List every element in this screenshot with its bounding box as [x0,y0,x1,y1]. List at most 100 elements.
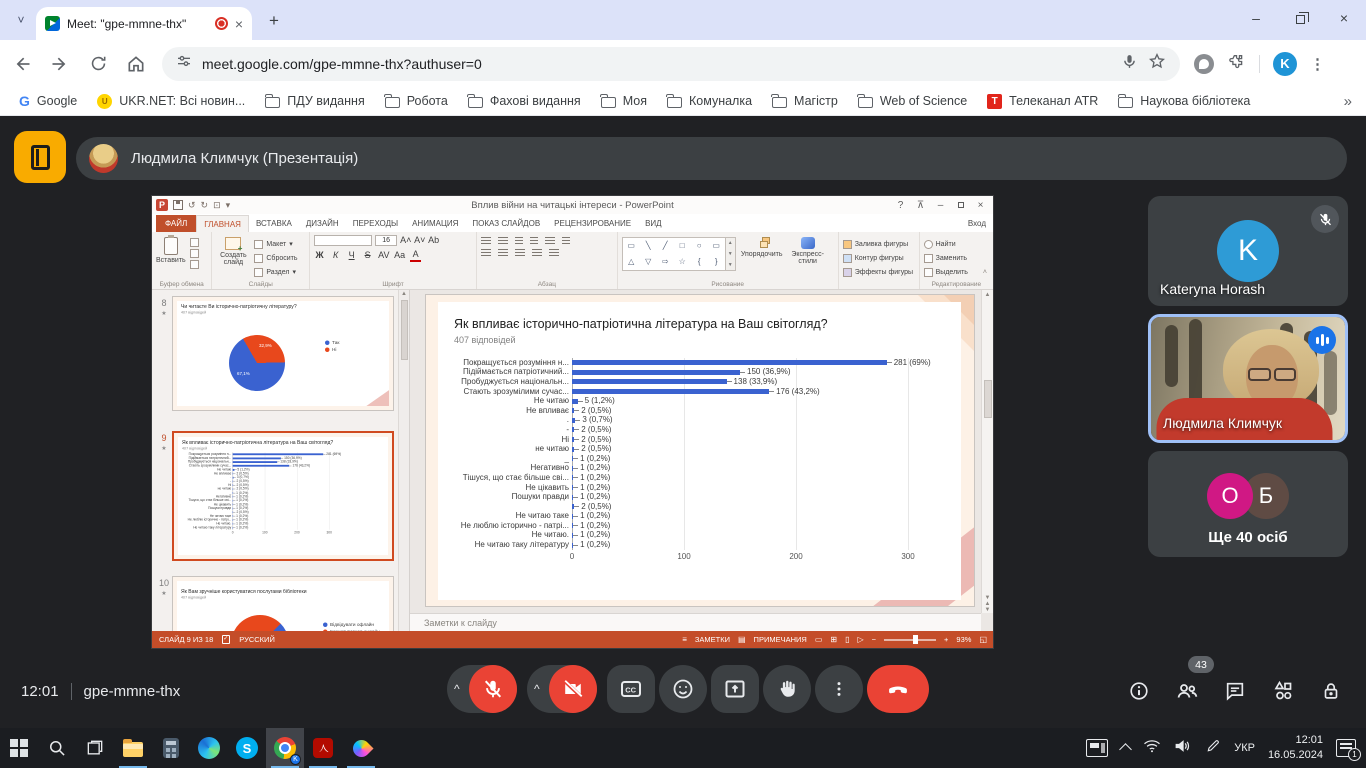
bookmark-star-icon[interactable] [1148,52,1166,75]
tray-expand-chevron-icon[interactable] [1119,743,1132,756]
meeting-details-button[interactable] [1126,678,1152,704]
reading-view-icon[interactable]: ▯ [845,636,849,644]
news-widget-icon[interactable] [1086,739,1108,757]
slide-10-thumbnail[interactable]: Як Вам зручніше користуватися послугами … [172,576,394,631]
url-text[interactable]: meet.google.com/gpe-mmne-thx?authuser=0 [202,56,482,72]
slideshow-view-icon[interactable]: ▷ [857,636,863,644]
meet-home-button[interactable] [14,131,66,183]
chat-button[interactable] [1222,678,1248,704]
undo-icon[interactable]: ↺ [188,201,196,210]
url-bar[interactable]: meet.google.com/gpe-mmne-thx?authuser=0 [162,47,1180,81]
paste-button[interactable]: Вставить [156,235,186,264]
new-tab-button[interactable]: + [262,9,286,33]
taskbar-skype[interactable]: S [228,728,266,768]
bookmark-item[interactable]: Комуналка [658,89,761,113]
change-case-icon[interactable]: Aa [394,250,405,261]
window-close-button[interactable]: × [1322,0,1366,36]
end-call-button[interactable] [867,665,929,713]
normal-view-icon[interactable]: ▭ [815,636,823,644]
ribbon-tab[interactable]: ПЕРЕХОДЫ [346,215,405,232]
redo-icon[interactable]: ↻ [201,201,209,210]
zoom-level[interactable]: 93% [956,635,971,644]
qat-customize-icon[interactable]: ▾ [226,201,231,210]
participant-tile-liudmyla-speaking[interactable]: Людмила Климчук [1148,314,1348,443]
ribbon-collapse-icon[interactable]: ˄ [983,269,987,276]
home-icon[interactable] [120,48,152,80]
raise-hand-button[interactable] [763,665,811,713]
taskbar-acrobat[interactable] [304,728,342,768]
shapes-gallery[interactable]: ▭╲╱□○▭ △▽⇨☆{} [622,237,726,271]
zoom-out-icon[interactable]: − [872,635,876,644]
powerpoint-logo-icon[interactable]: P [156,199,168,211]
presenter-banner[interactable]: Людмила Климчук (Презентація) [76,137,1347,180]
bold-button[interactable]: Ж [314,250,325,261]
align-left-icon[interactable] [481,249,491,257]
slide-sorter-view-icon[interactable]: ⊞ [830,636,837,644]
spellcheck-icon[interactable] [222,635,230,644]
shapes-gallery-scroll[interactable]: ▲▼▼ [726,237,736,271]
font-name-select[interactable] [314,235,372,246]
next-slide-button[interactable]: ▼ [985,607,991,613]
host-controls-button[interactable] [1318,678,1344,704]
format-painter-icon[interactable] [190,260,199,269]
taskbar-edge[interactable] [190,728,228,768]
quick-styles-button[interactable]: Экспресс-стили [788,235,828,265]
layout-button[interactable]: Макет▾ [254,238,297,250]
ribbon-tab-file[interactable]: ФАЙЛ [156,215,196,232]
taskbar-paint3d[interactable] [342,728,380,768]
bookmark-item[interactable]: Наукова бібліотека [1109,89,1259,113]
clear-format-icon[interactable]: Ab [428,235,439,246]
ppt-minimize-button[interactable]: – [931,200,950,211]
notification-center-icon[interactable]: 1 [1336,739,1356,757]
reset-button[interactable]: Сбросить [254,252,297,264]
volume-icon[interactable] [1174,738,1192,759]
line-spacing-icon[interactable] [545,237,555,245]
reload-icon[interactable] [82,48,114,80]
voice-search-icon[interactable] [1121,53,1138,75]
justify-icon[interactable] [532,249,542,257]
bookmark-item[interactable]: ТТелеканал ATR [978,89,1107,113]
section-button[interactable]: Раздел▾ [254,266,297,278]
bookmark-item[interactable]: ПДУ видання [256,89,373,113]
comments-toggle[interactable]: ПРИМЕЧАНИЯ [754,635,807,644]
browser-tab[interactable]: Meet: "gpe-mmne-thx" × [36,7,252,40]
slide-canvas[interactable]: Як впливає історично-патріотична літерат… [425,294,975,607]
notes-pane[interactable]: Заметки к слайду [410,613,981,631]
bookmark-item[interactable]: UUKR.NET: Всі новин... [88,89,254,113]
ppt-close-button[interactable]: × [971,200,990,211]
taskbar-file-explorer[interactable] [114,728,152,768]
comments-toggle-icon[interactable]: ▤ [738,636,746,644]
more-options-button[interactable] [815,665,863,713]
camera-off-button[interactable] [549,665,597,713]
ppt-help-icon[interactable]: ? [891,200,910,211]
ribbon-tab[interactable]: АНИМАЦИЯ [405,215,465,232]
reactions-button[interactable] [659,665,707,713]
bookmark-item[interactable]: Фахові видання [459,89,590,113]
ppt-restore-button[interactable] [951,200,970,211]
cut-icon[interactable] [190,238,199,247]
character-spacing-icon[interactable]: AV [378,250,389,261]
numbering-icon[interactable] [498,237,508,245]
grow-font-icon[interactable]: A˄ [400,235,411,246]
window-restore-button[interactable] [1278,0,1322,36]
editor-scrollbar[interactable]: ▲ ▼ ▲ ▼ [981,290,993,613]
fit-to-window-icon[interactable]: ◱ [979,636,987,644]
taskbar-clock[interactable]: 12:01 16.05.2024 [1268,733,1323,763]
ribbon-tab[interactable]: ГЛАВНАЯ [196,215,249,232]
media-extension-icon[interactable] [1194,54,1214,74]
pen-icon[interactable] [1205,738,1221,759]
taskbar-calculator[interactable] [152,728,190,768]
back-icon[interactable] [6,48,38,80]
align-center-icon[interactable] [498,249,508,257]
italic-button[interactable]: К [330,250,341,261]
start-slideshow-icon[interactable]: ⊡ [213,201,221,210]
save-icon[interactable] [173,200,183,210]
site-settings-icon[interactable] [176,53,192,74]
participants-button[interactable] [1174,678,1200,704]
bookmark-item[interactable]: Робота [376,89,457,113]
start-button[interactable] [0,728,38,768]
camera-options-chevron-icon[interactable]: ^ [534,665,540,713]
shape-fill-button[interactable]: Заливка фигуры [843,238,913,250]
bookmark-item[interactable]: GGoogle [10,89,86,113]
find-button[interactable]: Найти [924,238,968,250]
